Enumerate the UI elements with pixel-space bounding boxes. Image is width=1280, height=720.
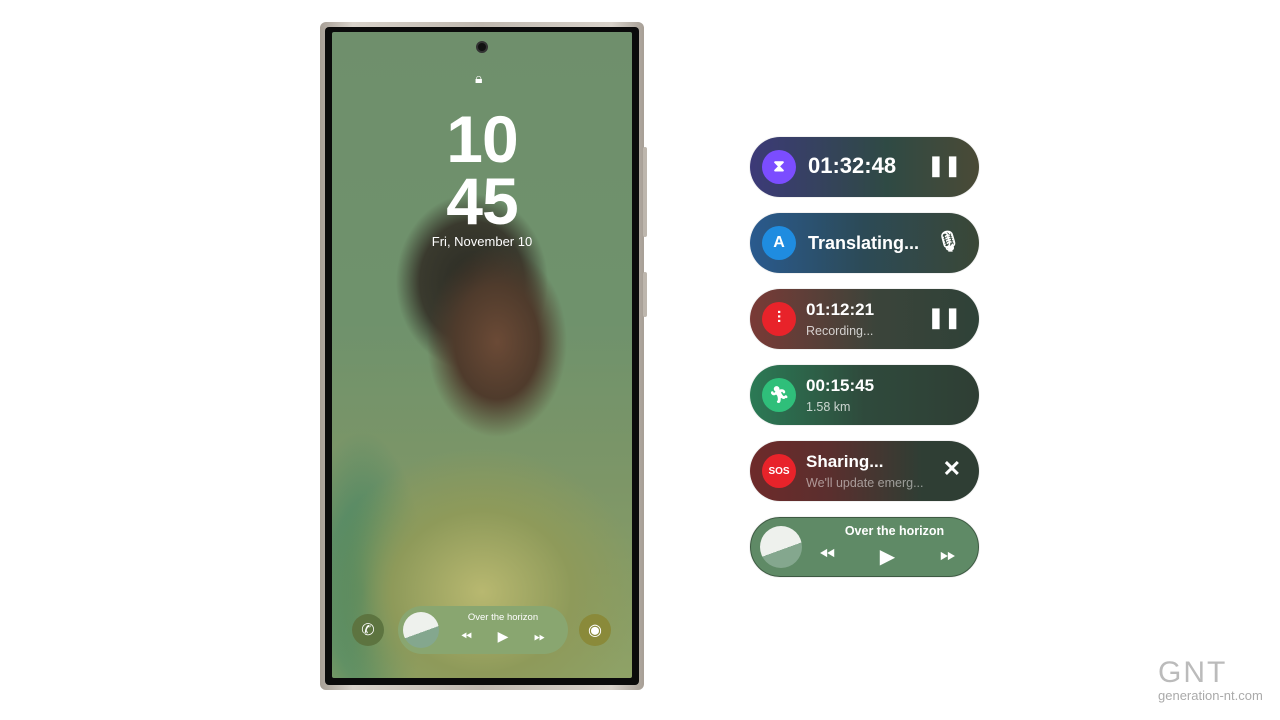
album-art xyxy=(760,526,802,568)
sos-status: Sharing... xyxy=(806,452,884,471)
waveform-icon: ⫶ xyxy=(762,302,796,336)
now-bar-media[interactable]: Over the horizon ⏪︎ ▶︎ ⏩︎ xyxy=(750,517,979,577)
now-bar-sos[interactable]: SOS Sharing... We'll update emerg... ✕ xyxy=(750,441,979,501)
lock-screen: 🔒︎ 10 45 Fri, November 10 ✆ Over the hor… xyxy=(332,32,632,678)
translate-status: Translating... xyxy=(808,233,920,253)
pause-icon[interactable]: ❚❚ xyxy=(927,153,961,178)
exercise-distance: 1.58 km xyxy=(806,400,851,414)
clock-hour: 10 xyxy=(446,102,518,176)
phone: 🔒︎ 10 45 Fri, November 10 ✆ Over the hor… xyxy=(320,22,647,690)
lock-icon: 🔒︎ xyxy=(475,70,483,86)
recording-status: Recording... xyxy=(806,324,874,338)
camera-shortcut[interactable]: ◉ xyxy=(579,614,611,646)
rewind-icon[interactable]: ⏪︎ xyxy=(461,628,472,645)
now-bar-exercise[interactable]: 🏃︎ 00:15:45 1.58 km xyxy=(750,365,979,425)
now-bar-recording[interactable]: ⫶ 01:12:21 Recording... ❚❚ xyxy=(750,289,979,349)
close-icon[interactable]: ✕ xyxy=(943,456,961,482)
rewind-icon[interactable]: ⏪︎ xyxy=(819,544,835,569)
pause-icon[interactable]: ❚❚ xyxy=(927,305,961,330)
play-icon[interactable]: ▶︎ xyxy=(880,544,895,569)
running-icon: 🏃︎ xyxy=(762,378,796,412)
timer-value: 01:32:48 xyxy=(808,153,897,178)
media-title: Over the horizon xyxy=(844,524,945,538)
now-bar-timer[interactable]: ⧗ 01:32:48 ❚❚ xyxy=(750,137,979,197)
fast-forward-icon[interactable]: ⏩︎ xyxy=(940,544,956,569)
front-camera xyxy=(476,41,488,53)
power-button xyxy=(643,272,647,317)
media-title: Over the horizon xyxy=(467,612,539,623)
date: Fri, November 10 xyxy=(431,234,533,249)
translate-icon: A xyxy=(762,226,796,260)
volume-button xyxy=(643,147,647,237)
hourglass-icon: ⧗ xyxy=(762,150,796,184)
watermark-site: generation-nt.com xyxy=(1158,688,1263,703)
watermark-brand: GNT xyxy=(1158,656,1228,689)
sos-icon: SOS xyxy=(762,454,796,488)
recording-time: 01:12:21 xyxy=(806,300,875,319)
album-art xyxy=(403,612,439,648)
camera-icon: ◉ xyxy=(588,622,602,639)
now-bar-translate[interactable]: A Translating... 🎙︎ xyxy=(750,213,979,273)
fast-forward-icon[interactable]: ⏩︎ xyxy=(534,628,545,645)
phone-shortcut[interactable]: ✆ xyxy=(352,614,384,646)
lockscreen-media-player[interactable]: Over the horizon ⏪︎ ▶︎ ⏩︎ xyxy=(398,606,568,654)
exercise-time: 00:15:45 xyxy=(806,376,875,395)
watermark-logo: GNT generation-nt.com xyxy=(1158,656,1263,704)
phone-icon: ✆ xyxy=(361,622,375,639)
clock-minute: 45 xyxy=(446,164,518,238)
sos-message: We'll update emerg... xyxy=(806,476,924,490)
play-icon[interactable]: ▶︎ xyxy=(498,628,509,645)
microphone-icon[interactable]: 🎙︎ xyxy=(936,229,961,254)
